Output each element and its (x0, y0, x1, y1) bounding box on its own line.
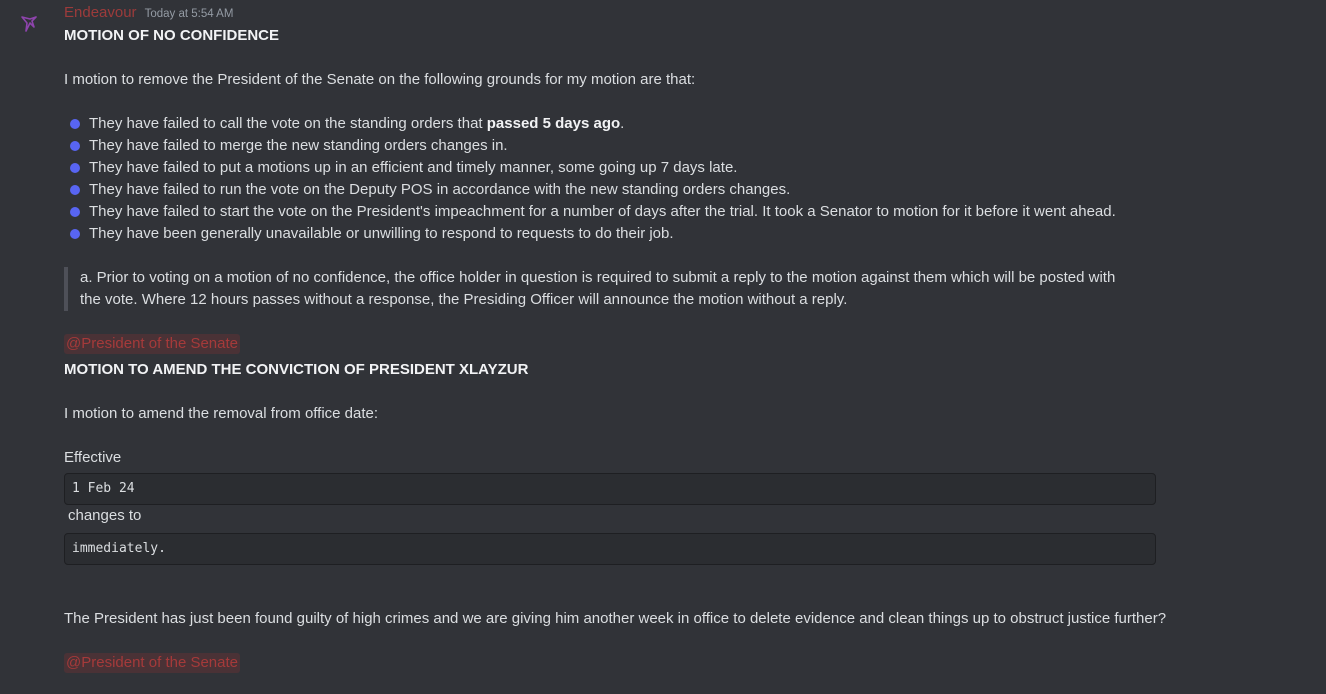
list-item: They have failed to call the vote on the… (64, 113, 1304, 135)
list-item-text: They have failed to merge the new standi… (89, 137, 508, 154)
changes-to-text: changes to (68, 507, 142, 524)
motion2-title: MOTION TO AMEND THE CONVICTION OF PRESID… (64, 361, 529, 378)
list-item: They have failed to run the vote on the … (64, 179, 1304, 201)
bullet-icon (70, 229, 80, 239)
mention-line: @President of the Senate (64, 652, 1304, 674)
list-item-text: They have failed to start the vote on th… (89, 203, 1116, 220)
role-mention[interactable]: @President of the Senate (64, 334, 241, 354)
message-content: Endeavour Today at 5:54 AM MOTION OF NO … (64, 4, 1304, 674)
bullet-icon (70, 119, 80, 129)
effective-label: Effective (64, 449, 122, 466)
list-item-text: They have been generally unavailable or … (89, 225, 674, 242)
mention-line: @President of the Senate (64, 333, 1304, 355)
motion1-intro: I motion to remove the President of the … (64, 71, 696, 88)
role-mention[interactable]: @President of the Senate (64, 653, 241, 673)
bullet-icon (70, 185, 80, 195)
code-block: immediately. (64, 533, 1156, 565)
list-item: They have been generally unavailable or … (64, 223, 1304, 245)
bullet-icon (70, 163, 80, 173)
motion1-title: MOTION OF NO CONFIDENCE (64, 27, 279, 44)
list-item-text: . (620, 115, 625, 132)
motion2-intro: I motion to amend the removal from offic… (64, 405, 379, 422)
chat-message: Endeavour Today at 5:54 AM MOTION OF NO … (0, 0, 1326, 694)
closing-text: The President has just been found guilty… (64, 610, 1167, 627)
list-item: They have failed to start the vote on th… (64, 201, 1304, 223)
grounds-list: They have failed to call the vote on the… (64, 113, 1304, 245)
bullet-icon (70, 141, 80, 151)
message-header: Endeavour Today at 5:54 AM (64, 4, 1304, 25)
blockquote: a. Prior to voting on a motion of no con… (64, 267, 1304, 311)
list-item-text: They have failed to put a motions up in … (89, 159, 738, 176)
quote-line: a. Prior to voting on a motion of no con… (80, 269, 1116, 286)
list-item-bold: passed 5 days ago (486, 115, 621, 132)
list-item-text: They have failed to call the vote on the… (89, 115, 487, 132)
quote-line: the vote. Where 12 hours passes without … (80, 291, 848, 308)
bullet-icon (70, 207, 80, 217)
bird-icon (21, 16, 37, 32)
timestamp: Today at 5:54 AM (144, 8, 234, 20)
code-block: 1 Feb 24 (64, 473, 1156, 505)
list-item: They have failed to put a motions up in … (64, 157, 1304, 179)
avatar[interactable] (18, 13, 40, 35)
list-item-text: They have failed to run the vote on the … (89, 181, 791, 198)
list-item: They have failed to merge the new standi… (64, 135, 1304, 157)
username[interactable]: Endeavour (64, 4, 137, 21)
